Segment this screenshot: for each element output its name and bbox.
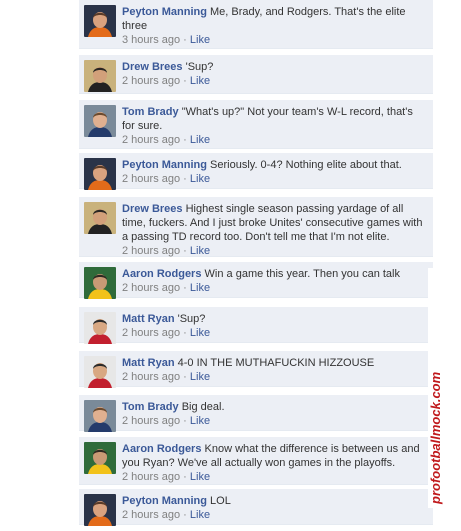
comment-author-link[interactable]: Matt Ryan — [122, 313, 175, 325]
comment-meta: 2 hours ago · Like — [122, 133, 427, 147]
comment-timestamp: 2 hours ago — [122, 471, 181, 483]
comment-text: 'Sup? — [185, 61, 214, 73]
comment-text: Big deal. — [181, 401, 225, 413]
comment-body: Aaron Rodgers Know what the difference i… — [122, 442, 427, 484]
comment-body: Drew Brees Highest single season passing… — [122, 202, 427, 258]
comment-timestamp: 2 hours ago — [122, 282, 181, 294]
comment: Drew Brees 'Sup? 2 hours ago · Like — [79, 55, 433, 94]
comment-author-link[interactable]: Peyton Manning — [122, 159, 207, 171]
tom-brady-avatar[interactable] — [84, 105, 116, 137]
comment-text: Win a game this year. Then you can talk — [204, 268, 400, 280]
comment-text: LOL — [210, 495, 231, 507]
comment: Aaron Rodgers Know what the difference i… — [79, 437, 433, 485]
comment-body: Tom Brady "What's up?" Not your team's W… — [122, 105, 427, 147]
comment: Peyton Manning Me, Brady, and Rodgers. T… — [79, 0, 433, 49]
comment-author-link[interactable]: Matt Ryan — [122, 357, 175, 369]
comment-timestamp: 2 hours ago — [122, 245, 181, 257]
comment: Matt Ryan 'Sup? 2 hours ago · Like — [79, 307, 433, 344]
drew-brees-avatar[interactable] — [84, 202, 116, 234]
comment: Peyton Manning Seriously. 0-4? Nothing e… — [79, 153, 433, 190]
comment-meta: 2 hours ago · Like — [122, 470, 427, 484]
comment-timestamp: 2 hours ago — [122, 371, 181, 383]
meta-separator: · — [183, 282, 187, 294]
peyton-manning-avatar[interactable] — [84, 494, 116, 526]
meta-separator: · — [183, 415, 187, 427]
meta-separator: · — [183, 327, 187, 339]
like-link[interactable]: Like — [190, 173, 210, 185]
comment: Drew Brees Highest single season passing… — [79, 197, 433, 257]
meta-separator: · — [183, 509, 187, 521]
peyton-manning-avatar[interactable] — [84, 158, 116, 190]
comment-body: Aaron Rodgers Win a game this year. Then… — [122, 267, 427, 295]
comment-meta: 2 hours ago · Like — [122, 244, 427, 258]
comment-author-link[interactable]: Aaron Rodgers — [122, 443, 201, 455]
comment-meta: 2 hours ago · Like — [122, 74, 427, 88]
comment: Tom Brady Big deal. 2 hours ago · Like — [79, 395, 433, 432]
comment: Tom Brady "What's up?" Not your team's W… — [79, 100, 433, 149]
comment-timestamp: 2 hours ago — [122, 134, 181, 146]
comment-timestamp: 2 hours ago — [122, 509, 181, 521]
comment-timestamp: 2 hours ago — [122, 415, 181, 427]
comment-author-link[interactable]: Tom Brady — [122, 401, 179, 413]
like-link[interactable]: Like — [190, 134, 210, 146]
peyton-manning-avatar[interactable] — [84, 5, 116, 37]
matt-ryan-avatar[interactable] — [84, 356, 116, 388]
comment-author-link[interactable]: Drew Brees — [122, 61, 183, 73]
comment-timestamp: 2 hours ago — [122, 75, 181, 87]
comment-body: Matt Ryan 4-0 IN THE MUTHAFUCKIN HIZZOUS… — [122, 356, 427, 384]
comment-author-link[interactable]: Aaron Rodgers — [122, 268, 201, 280]
like-link[interactable]: Like — [190, 371, 210, 383]
meta-separator: · — [183, 471, 187, 483]
comment-meta: 2 hours ago · Like — [122, 508, 427, 522]
like-link[interactable]: Like — [190, 34, 210, 46]
like-link[interactable]: Like — [190, 282, 210, 294]
comment-author-link[interactable]: Tom Brady — [122, 106, 179, 118]
comment-meta: 2 hours ago · Like — [122, 326, 427, 340]
meta-separator: · — [183, 371, 187, 383]
like-link[interactable]: Like — [190, 471, 210, 483]
comment: Matt Ryan 4-0 IN THE MUTHAFUCKIN HIZZOUS… — [79, 351, 433, 388]
comment-body: Drew Brees 'Sup? 2 hours ago · Like — [122, 60, 427, 88]
meta-separator: · — [183, 75, 187, 87]
meta-separator: · — [183, 245, 187, 257]
comment-author-link[interactable]: Peyton Manning — [122, 6, 207, 18]
watermark: profootballmock.com — [428, 268, 444, 508]
like-link[interactable]: Like — [190, 509, 210, 521]
like-link[interactable]: Like — [190, 245, 210, 257]
comment-author-link[interactable]: Peyton Manning — [122, 495, 207, 507]
comment-timestamp: 2 hours ago — [122, 173, 181, 185]
drew-brees-avatar[interactable] — [84, 60, 116, 92]
comment-author-link[interactable]: Drew Brees — [122, 203, 183, 215]
comment-body: Tom Brady Big deal. 2 hours ago · Like — [122, 400, 427, 428]
comment: Peyton Manning LOL 2 hours ago · Like — [79, 489, 433, 526]
comment-body: Peyton Manning Seriously. 0-4? Nothing e… — [122, 158, 427, 186]
comment-body: Peyton Manning Me, Brady, and Rodgers. T… — [122, 5, 427, 47]
comment-body: Peyton Manning LOL 2 hours ago · Like — [122, 494, 427, 522]
comment-text: 4-0 IN THE MUTHAFUCKIN HIZZOUSE — [177, 357, 375, 369]
like-link[interactable]: Like — [190, 75, 210, 87]
like-link[interactable]: Like — [190, 327, 210, 339]
comment-timestamp: 3 hours ago — [122, 34, 181, 46]
comment-text: Seriously. 0-4? Nothing elite about that… — [210, 159, 402, 171]
like-link[interactable]: Like — [190, 415, 210, 427]
tom-brady-avatar[interactable] — [84, 400, 116, 432]
aaron-rodgers-avatar[interactable] — [84, 267, 116, 299]
meta-separator: · — [183, 134, 187, 146]
watermark-text: profootballmock.com — [428, 371, 443, 505]
matt-ryan-avatar[interactable] — [84, 312, 116, 344]
comment-body: Matt Ryan 'Sup? 2 hours ago · Like — [122, 312, 427, 340]
comment-timestamp: 2 hours ago — [122, 327, 181, 339]
comment-meta: 2 hours ago · Like — [122, 172, 427, 186]
comment-meta: 2 hours ago · Like — [122, 370, 427, 384]
comment-meta: 2 hours ago · Like — [122, 281, 427, 295]
comment-meta: 3 hours ago · Like — [122, 33, 427, 47]
aaron-rodgers-avatar[interactable] — [84, 442, 116, 474]
comment-meta: 2 hours ago · Like — [122, 414, 427, 428]
meta-separator: · — [183, 34, 187, 46]
meta-separator: · — [183, 173, 187, 185]
comment-text: 'Sup? — [177, 313, 206, 325]
comment: Aaron Rodgers Win a game this year. Then… — [79, 262, 433, 299]
